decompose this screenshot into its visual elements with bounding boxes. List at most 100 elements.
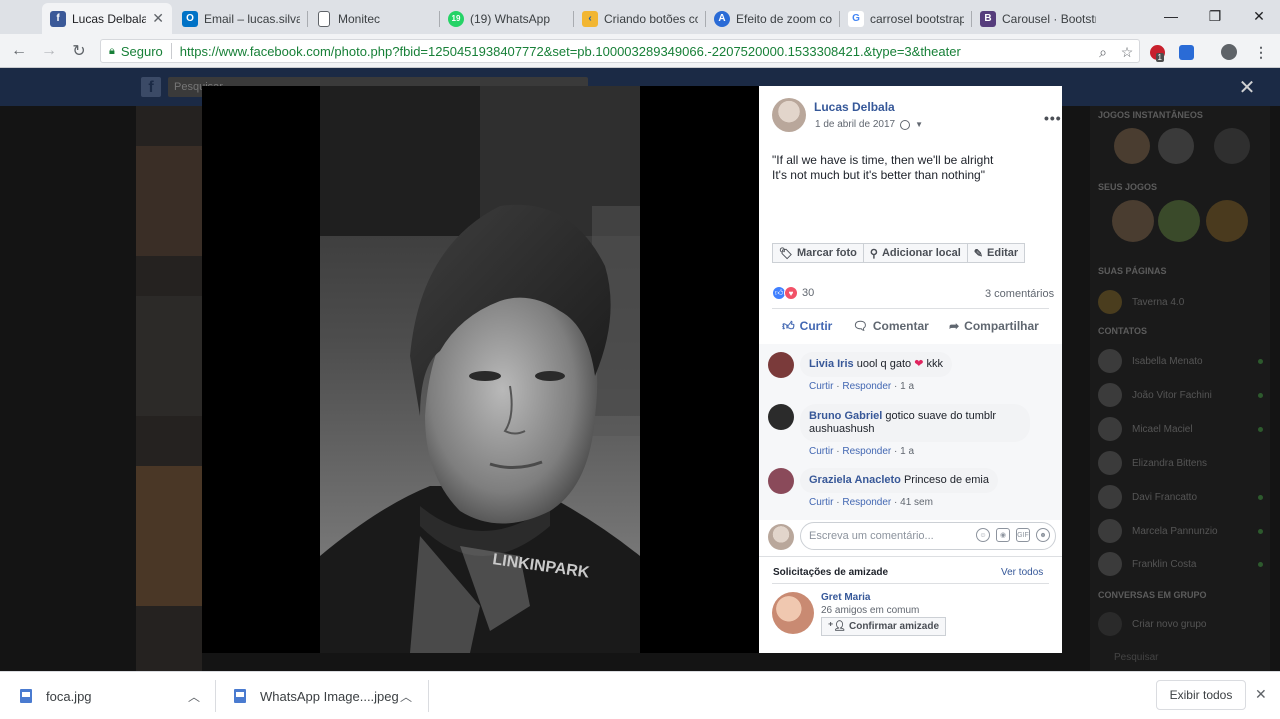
game-avatar[interactable]: [1158, 200, 1200, 242]
commenter-avatar[interactable]: [768, 404, 794, 430]
feed-background: [136, 106, 202, 671]
game-avatar[interactable]: [1206, 200, 1248, 242]
add-location-button[interactable]: ⚲ Adicionar local: [863, 243, 968, 263]
contact-item[interactable]: Isabella Menato: [1098, 349, 1263, 373]
globe-icon[interactable]: [900, 119, 911, 130]
comment-like-link[interactable]: Curtir: [809, 446, 833, 457]
share-button[interactable]: ➦ Compartilhar: [949, 319, 1039, 333]
requester-avatar[interactable]: [772, 592, 814, 634]
tab-title: Lucas Delbala: [72, 11, 147, 26]
star-icon[interactable]: ☆: [1118, 43, 1136, 61]
extension-icon[interactable]: [1177, 43, 1195, 61]
tab-zoom[interactable]: A Efeito de zoom con: [706, 3, 840, 34]
comment-reply-link[interactable]: Responder: [842, 497, 891, 508]
game-avatar[interactable]: [1214, 128, 1250, 164]
facebook-logo-icon[interactable]: f: [141, 77, 161, 97]
extension-abp-icon[interactable]: 1: [1148, 43, 1166, 62]
url-text: https://www.facebook.com/photo.php?fbid=…: [179, 43, 961, 59]
comment-reply-link[interactable]: Responder: [842, 381, 891, 392]
edit-button[interactable]: ✎ Editar: [967, 243, 1026, 263]
emoji-icon[interactable]: ☺: [976, 528, 990, 542]
maximize-button[interactable]: ❐: [1194, 0, 1236, 32]
tab-email[interactable]: O Email – lucas.silva2: [174, 3, 308, 34]
chevron-up-icon[interactable]: ︿: [188, 688, 200, 705]
tab-bootstrap[interactable]: B Carousel · Bootstra: [972, 3, 1104, 34]
post-text: "If all we have is time, then we'll be a…: [772, 153, 994, 182]
comments-count[interactable]: 3 comentários: [985, 288, 1054, 300]
see-all-link[interactable]: Ver todos: [1001, 567, 1043, 578]
commenter-name[interactable]: Graziela Anacleto: [809, 474, 901, 486]
tab-title: Monitec: [338, 11, 381, 26]
window-close-button[interactable]: ✕: [1238, 0, 1280, 32]
tab-botoes[interactable]: ‹ Criando botões con: [574, 3, 706, 34]
more-options-icon[interactable]: •••: [1044, 110, 1062, 126]
comment-bubble-icon: 🗨︎: [852, 319, 868, 333]
comment-bubble: Bruno Gabriel gotico suave do tumblr aus…: [800, 404, 1030, 442]
back-button[interactable]: ←: [8, 41, 30, 61]
contact-item[interactable]: Marcela Pannunzio: [1098, 519, 1263, 543]
author-name[interactable]: Lucas Delbala: [814, 100, 895, 114]
profile-icon[interactable]: [1220, 43, 1238, 61]
chevron-up-icon[interactable]: ︿: [400, 688, 412, 705]
commenter-name[interactable]: Bruno Gabriel: [809, 410, 882, 422]
tab-google[interactable]: G carrosel bootstrap: [840, 3, 972, 34]
mutual-friends[interactable]: 26 amigos em comum: [821, 605, 919, 616]
like-button[interactable]: 👍︎ Curtir: [782, 319, 832, 334]
comment-like-link[interactable]: Curtir: [809, 381, 833, 392]
post-actions: 👍︎ Curtir 🗨︎ Comentar ➦ Compartilhar: [772, 313, 1049, 339]
download-item[interactable]: WhatsApp Image....jpeg: [234, 672, 399, 719]
comment-time[interactable]: 1 a: [900, 446, 914, 457]
page-item[interactable]: Taverna 4.0: [1098, 290, 1263, 314]
author-avatar[interactable]: [772, 98, 806, 132]
gif-icon[interactable]: GIF: [1016, 528, 1030, 542]
profile-photo[interactable]: LINKINPARK: [320, 86, 640, 653]
download-item[interactable]: foca.jpg: [20, 672, 92, 719]
tab-title: Carousel · Bootstra: [1002, 11, 1096, 26]
download-filename: WhatsApp Image....jpeg: [260, 688, 399, 704]
reload-button[interactable]: ↻: [68, 41, 90, 61]
menu-icon[interactable]: ⋮: [1252, 43, 1270, 61]
tab-whatsapp[interactable]: 19 (19) WhatsApp: [440, 3, 574, 34]
confirm-friend-button[interactable]: ⁺👤︎ Confirmar amizade: [821, 617, 947, 636]
close-icon[interactable]: ✕: [1236, 76, 1258, 99]
tag-photo-button[interactable]: 🏷︎ Marcar foto: [772, 243, 864, 263]
facebook-icon: f: [50, 10, 66, 27]
game-avatar[interactable]: [1114, 128, 1150, 164]
camera-icon[interactable]: ◉: [996, 528, 1010, 542]
download-filename: foca.jpg: [46, 688, 92, 704]
zoom-icon[interactable]: ⌕: [1094, 43, 1112, 61]
close-download-bar-icon[interactable]: ✕: [1255, 686, 1267, 703]
contact-item[interactable]: João Vitor Fachini: [1098, 383, 1263, 407]
new-group-item[interactable]: Criar novo grupo: [1098, 612, 1263, 636]
contact-item[interactable]: Elizandra Bittens: [1098, 451, 1263, 475]
contact-item[interactable]: Micael Maciel: [1098, 417, 1263, 441]
comment-reply-link[interactable]: Responder: [842, 446, 891, 457]
chevron-down-icon[interactable]: ▼: [915, 120, 923, 129]
comment-time[interactable]: 1 a: [900, 381, 914, 392]
game-avatar[interactable]: [1112, 200, 1154, 242]
reactions-summary[interactable]: 👍︎ ♥ 30: [772, 286, 814, 300]
comment-button[interactable]: 🗨︎ Comentar: [853, 319, 929, 333]
commenter-avatar[interactable]: [768, 468, 794, 494]
forward-button[interactable]: →: [38, 41, 60, 61]
chat-search-input[interactable]: Pesquisar: [1114, 652, 1158, 663]
show-all-downloads-button[interactable]: Exibir todos: [1156, 680, 1246, 710]
address-bar[interactable]: 🔒︎ Seguro https://www.facebook.com/photo…: [100, 39, 1140, 63]
contact-item[interactable]: Davi Francatto: [1098, 485, 1263, 509]
tab-monitec[interactable]: Monitec: [308, 3, 440, 34]
minimize-button[interactable]: —: [1150, 0, 1192, 32]
commenter-avatar[interactable]: [768, 352, 794, 378]
post-date[interactable]: 1 de abril de 2017 ▼: [815, 119, 923, 130]
comment-time[interactable]: 41 sem: [900, 497, 933, 508]
sticker-icon[interactable]: ☻: [1036, 528, 1050, 542]
tab-facebook[interactable]: f Lucas Delbala ✕: [42, 3, 172, 34]
close-icon[interactable]: ✕: [152, 10, 164, 27]
requester-name[interactable]: Gret Maria: [821, 592, 870, 603]
commenter-name[interactable]: Livia Iris: [809, 358, 854, 370]
comment-meta: Curtir · Responder · 1 a: [809, 381, 915, 392]
secure-label: Seguro: [120, 43, 163, 59]
comment-like-link[interactable]: Curtir: [809, 497, 833, 508]
contact-item[interactable]: Franklin Costa: [1098, 552, 1263, 576]
game-avatar[interactable]: [1158, 128, 1194, 164]
photo-actions: 🏷︎ Marcar foto ⚲ Adicionar local ✎ Edita…: [772, 243, 1026, 263]
